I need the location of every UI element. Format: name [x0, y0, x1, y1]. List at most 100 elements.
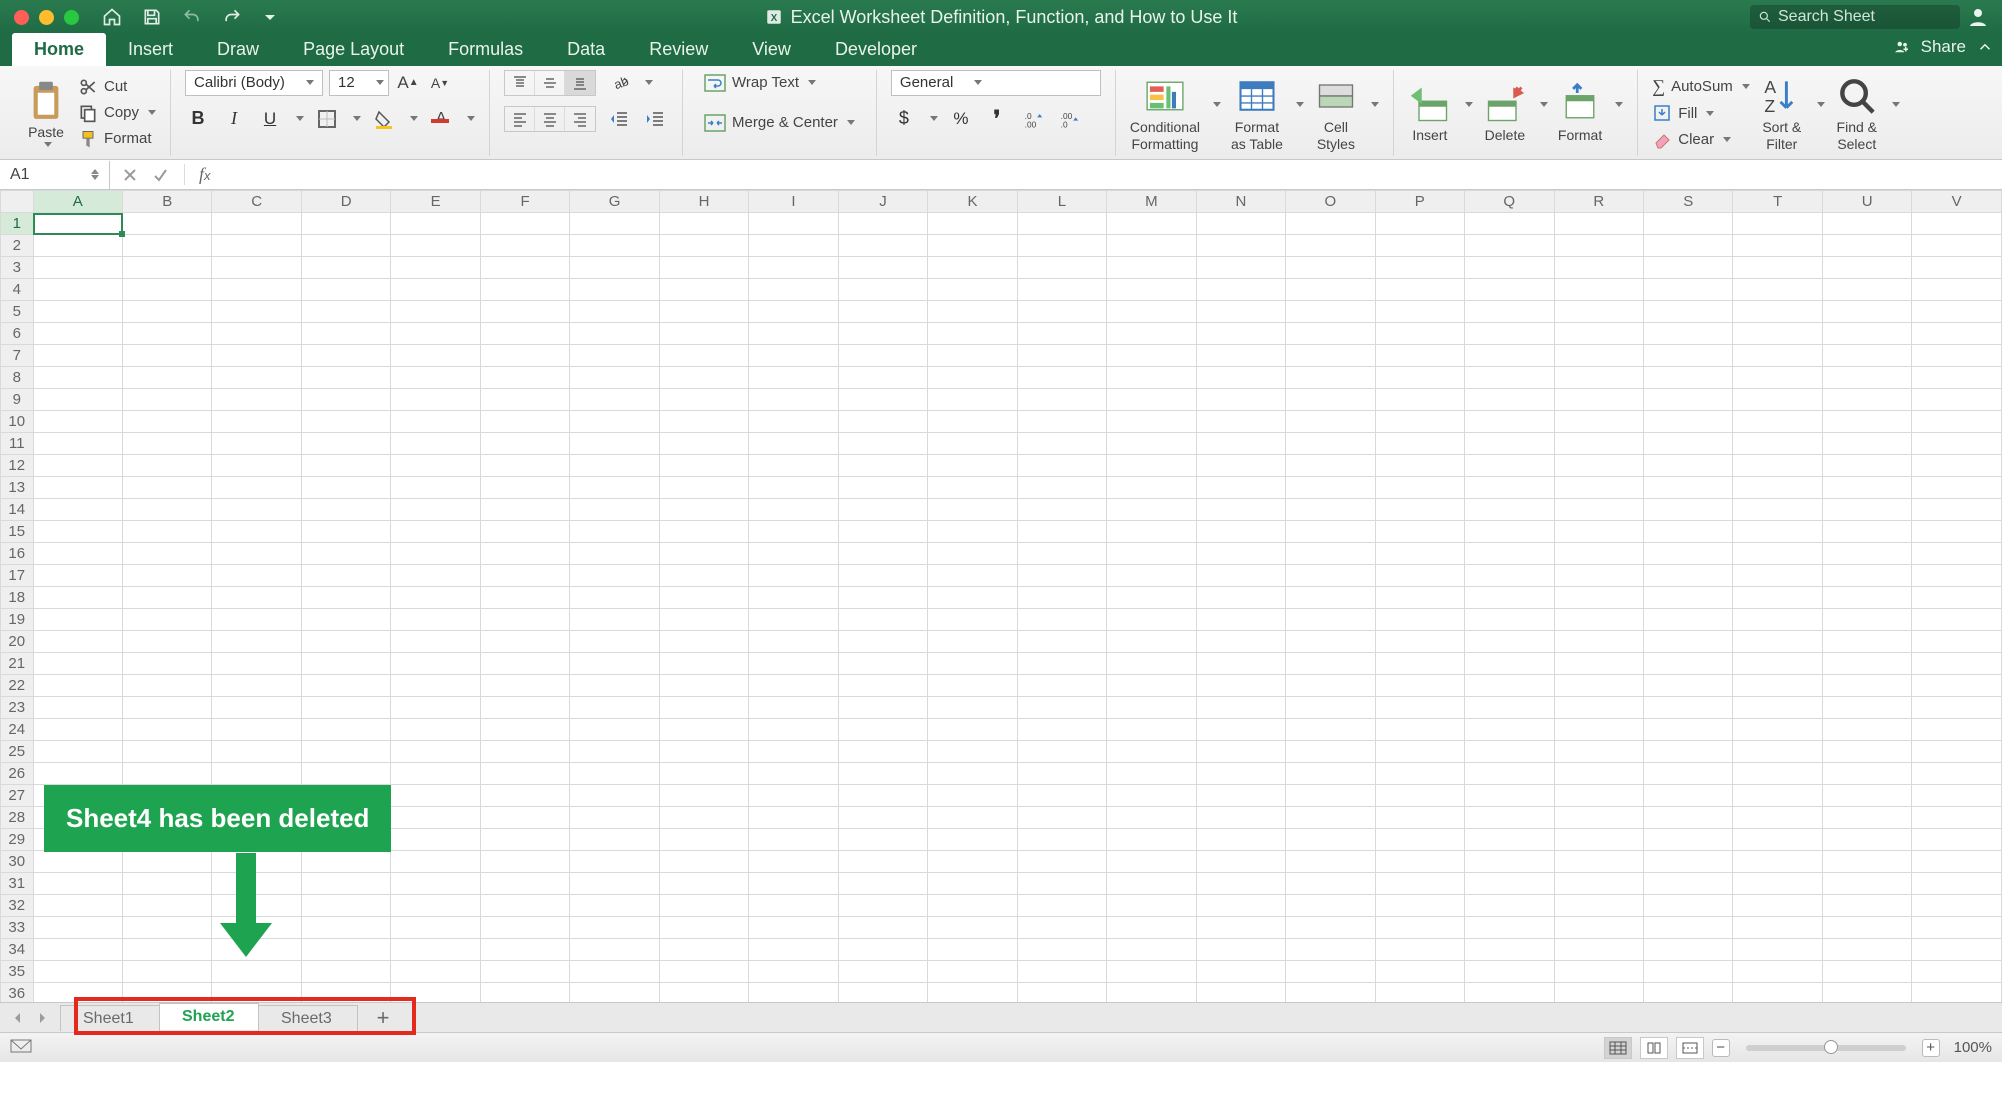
cell[interactable]	[1017, 257, 1106, 279]
cell[interactable]	[1286, 631, 1375, 653]
cell[interactable]	[570, 785, 659, 807]
cell[interactable]	[1554, 433, 1643, 455]
cell[interactable]	[570, 367, 659, 389]
cell[interactable]	[928, 411, 1017, 433]
cell[interactable]	[1733, 763, 1822, 785]
cell[interactable]	[1017, 873, 1106, 895]
cell[interactable]	[123, 521, 212, 543]
sheet-tab[interactable]: Sheet2	[159, 1002, 259, 1030]
cell[interactable]	[659, 697, 748, 719]
cell[interactable]	[301, 455, 390, 477]
cell[interactable]	[928, 983, 1017, 1003]
row-header[interactable]: 2	[1, 235, 34, 257]
cell[interactable]	[391, 367, 480, 389]
cell[interactable]	[480, 807, 569, 829]
cell[interactable]	[1822, 609, 1911, 631]
cell[interactable]	[1465, 609, 1554, 631]
cell[interactable]	[838, 301, 927, 323]
cell[interactable]	[1017, 213, 1106, 235]
cell[interactable]	[1107, 763, 1196, 785]
cell[interactable]	[1465, 433, 1554, 455]
cell[interactable]	[659, 741, 748, 763]
cell[interactable]	[123, 587, 212, 609]
cell[interactable]	[1465, 389, 1554, 411]
cell[interactable]	[1107, 213, 1196, 235]
cell[interactable]	[123, 983, 212, 1003]
cell[interactable]	[391, 829, 480, 851]
col-header[interactable]: H	[659, 191, 748, 213]
cell[interactable]	[33, 477, 122, 499]
row-header[interactable]: 1	[1, 213, 34, 235]
cell[interactable]	[1733, 785, 1822, 807]
cell[interactable]	[1196, 609, 1285, 631]
cell[interactable]	[928, 609, 1017, 631]
cell[interactable]	[480, 279, 569, 301]
cell[interactable]	[1822, 499, 1911, 521]
cell[interactable]	[33, 873, 122, 895]
cell[interactable]	[123, 851, 212, 873]
cell[interactable]	[301, 873, 390, 895]
cell[interactable]	[301, 345, 390, 367]
cell[interactable]	[1017, 961, 1106, 983]
cell[interactable]	[570, 565, 659, 587]
cell[interactable]	[212, 257, 301, 279]
cell[interactable]	[1643, 323, 1732, 345]
col-header[interactable]: F	[480, 191, 569, 213]
cell[interactable]	[212, 301, 301, 323]
tab-developer[interactable]: Developer	[813, 33, 939, 66]
cell[interactable]	[659, 323, 748, 345]
cell[interactable]	[838, 499, 927, 521]
cell[interactable]	[749, 367, 838, 389]
cell[interactable]	[1465, 961, 1554, 983]
cell[interactable]	[1375, 521, 1464, 543]
cell[interactable]	[659, 675, 748, 697]
cell[interactable]	[1017, 279, 1106, 301]
cell[interactable]	[1643, 741, 1732, 763]
cell[interactable]	[1912, 829, 2002, 851]
cell[interactable]	[1375, 697, 1464, 719]
cell[interactable]	[301, 301, 390, 323]
cell[interactable]	[1375, 345, 1464, 367]
increase-decimal-icon[interactable]: .0.00	[1020, 106, 1046, 132]
cell[interactable]	[1912, 785, 2002, 807]
cell[interactable]	[1822, 653, 1911, 675]
cell[interactable]	[33, 257, 122, 279]
row-header[interactable]: 4	[1, 279, 34, 301]
cell[interactable]	[749, 653, 838, 675]
cell[interactable]	[1643, 587, 1732, 609]
cell[interactable]	[659, 961, 748, 983]
cell[interactable]	[1643, 411, 1732, 433]
fill-color-button[interactable]	[371, 106, 397, 132]
cell[interactable]	[480, 301, 569, 323]
cell[interactable]	[1643, 543, 1732, 565]
cell[interactable]	[1465, 895, 1554, 917]
cell[interactable]	[838, 675, 927, 697]
cell[interactable]	[1286, 653, 1375, 675]
cell[interactable]	[33, 279, 122, 301]
cell[interactable]	[1643, 719, 1732, 741]
cell[interactable]	[1375, 939, 1464, 961]
row-header[interactable]: 30	[1, 851, 34, 873]
cell[interactable]	[1375, 851, 1464, 873]
cell[interactable]	[1912, 345, 2002, 367]
cell[interactable]	[212, 411, 301, 433]
cell[interactable]	[1822, 455, 1911, 477]
cell[interactable]	[1017, 829, 1106, 851]
cell[interactable]	[212, 565, 301, 587]
row-header[interactable]: 11	[1, 433, 34, 455]
cell[interactable]	[1733, 543, 1822, 565]
cell[interactable]	[1196, 213, 1285, 235]
cell[interactable]	[1196, 675, 1285, 697]
cell[interactable]	[212, 741, 301, 763]
cell[interactable]	[1643, 521, 1732, 543]
cell[interactable]	[1465, 455, 1554, 477]
cell[interactable]	[1196, 587, 1285, 609]
cell[interactable]	[1822, 763, 1911, 785]
cell[interactable]	[659, 257, 748, 279]
cell[interactable]	[570, 873, 659, 895]
row-header[interactable]: 6	[1, 323, 34, 345]
cell[interactable]	[749, 851, 838, 873]
cell[interactable]	[1107, 873, 1196, 895]
cell[interactable]	[1107, 367, 1196, 389]
cell[interactable]	[1196, 323, 1285, 345]
